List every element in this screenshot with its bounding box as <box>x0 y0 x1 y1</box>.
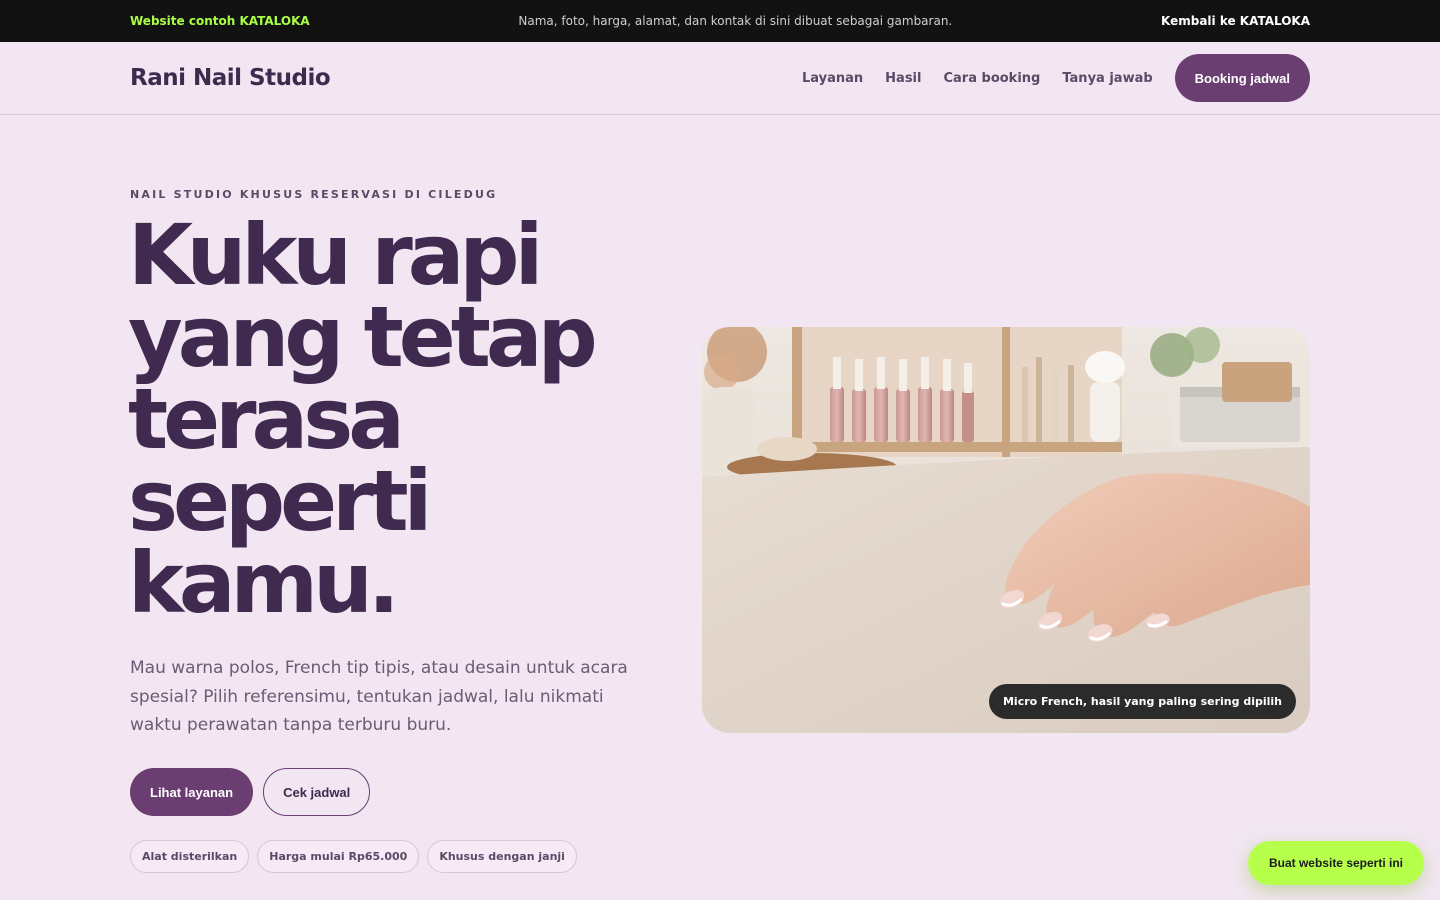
main-nav: Layanan Hasil Cara booking Tanya jawab B… <box>802 54 1310 102</box>
back-to-kataloka-link[interactable]: Kembali ke KATALOKA <box>1161 14 1310 28</box>
hero-photo: Micro French, hasil yang paling sering d… <box>702 327 1310 733</box>
feature-chips: Alat disterilkan Harga mulai Rp65.000 Kh… <box>130 840 577 873</box>
nav-link-tanya-jawab[interactable]: Tanya jawab <box>1062 71 1152 86</box>
hero-eyebrow: NAIL STUDIO KHUSUS RESERVASI DI CILEDUG <box>130 188 498 201</box>
check-schedule-button[interactable]: Cek jadwal <box>263 768 371 816</box>
kataloka-sample-label: Website contoh KATALOKA <box>130 14 310 28</box>
photo-caption: Micro French, hasil yang paling sering d… <box>988 684 1296 719</box>
feature-chip: Alat disterilkan <box>130 840 250 873</box>
top-announcement-bar: Website contoh KATALOKA Nama, foto, harg… <box>0 0 1440 42</box>
site-logo[interactable]: Rani Nail Studio <box>130 65 331 91</box>
disclaimer-text: Nama, foto, harga, alamat, dan kontak di… <box>518 14 953 28</box>
view-services-button[interactable]: Lihat layanan <box>130 768 254 816</box>
hero-cta-group: Lihat layanan Cek jadwal <box>130 768 371 816</box>
hero-description: Mau warna polos, French tip tipis, atau … <box>130 658 628 735</box>
nav-link-layanan[interactable]: Layanan <box>802 71 863 86</box>
hero-headline: Kuku rapi yang tetap terasa seperti kamu… <box>128 206 598 632</box>
booking-button[interactable]: Booking jadwal <box>1174 54 1310 102</box>
create-website-button[interactable]: Buat website seperti ini <box>1248 841 1424 885</box>
nav-link-hasil[interactable]: Hasil <box>885 71 921 86</box>
feature-chip: Khusus dengan janji <box>427 840 577 873</box>
feature-chip: Harga mulai Rp65.000 <box>257 840 420 873</box>
nail-salon-illustration <box>702 327 1310 733</box>
site-header: Rani Nail Studio Layanan Hasil Cara book… <box>0 42 1440 115</box>
nav-link-cara-booking[interactable]: Cara booking <box>943 71 1040 86</box>
